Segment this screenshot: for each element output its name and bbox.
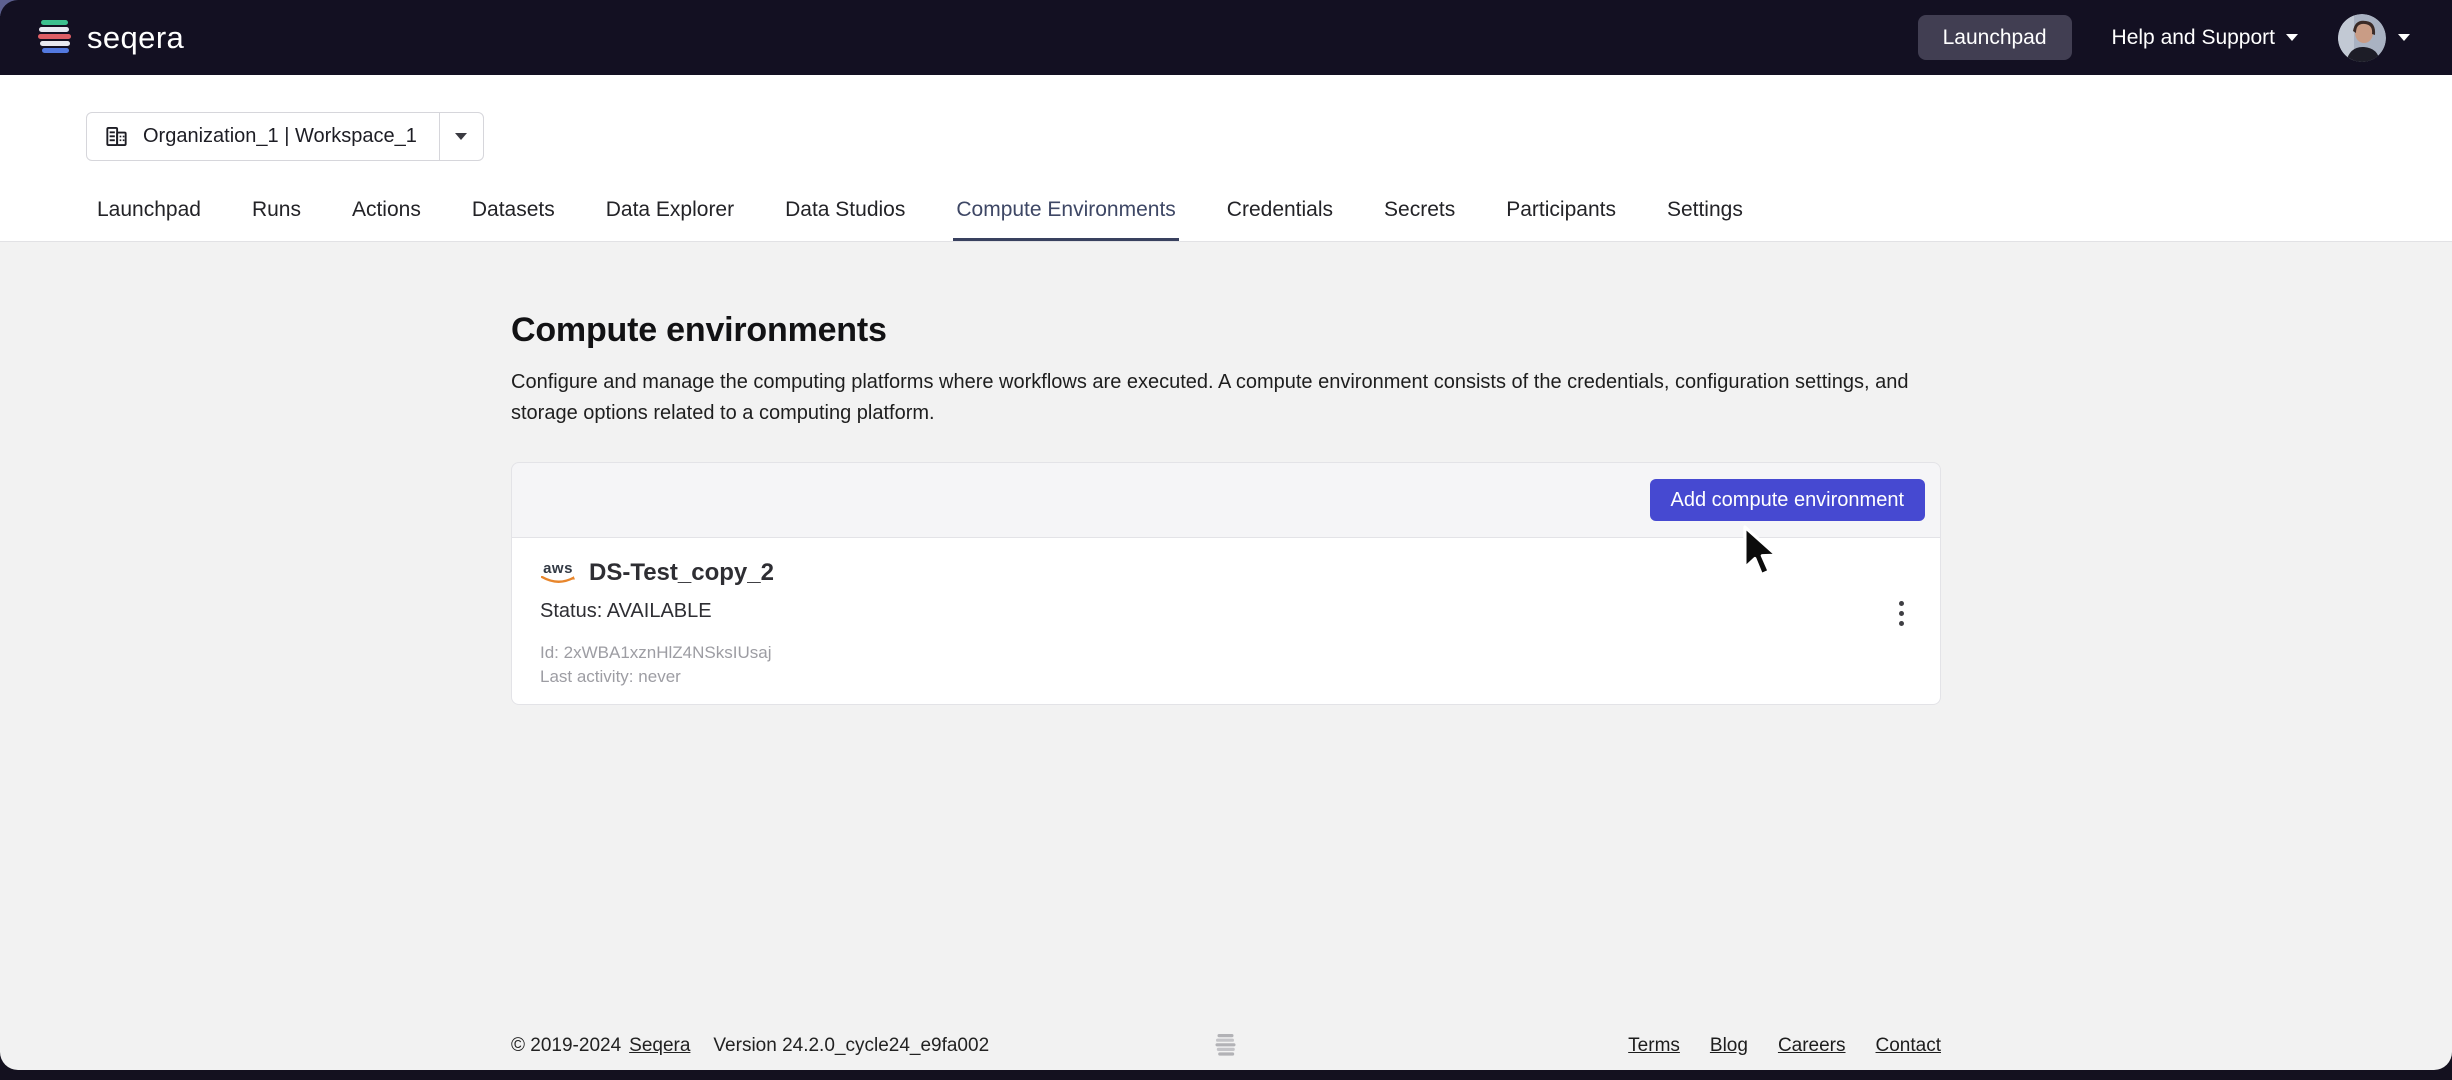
workspace-selector-main[interactable]: Organization_1 | Workspace_1 <box>87 113 439 160</box>
user-menu[interactable] <box>2338 14 2410 62</box>
seqera-mark-icon <box>1215 1033 1237 1057</box>
tab-actions[interactable]: Actions <box>349 198 424 241</box>
chevron-down-icon <box>455 133 467 140</box>
page-description: Configure and manage the computing platf… <box>511 367 1941 429</box>
page-title: Compute environments <box>511 311 1941 350</box>
tab-datasets[interactable]: Datasets <box>469 198 558 241</box>
tab-bar: Launchpad Runs Actions Datasets Data Exp… <box>94 198 1746 241</box>
tab-secrets[interactable]: Secrets <box>1381 198 1458 241</box>
footer-copyright: © 2019-2024 Seqera Version 24.2.0_cycle2… <box>511 1035 989 1057</box>
tab-launchpad[interactable]: Launchpad <box>94 198 204 241</box>
compute-environments-panel: Add compute environment aws DS-Test_copy… <box>511 462 1941 705</box>
main-content: Compute environments Configure and manag… <box>0 242 2452 1070</box>
help-and-support-menu[interactable]: Help and Support <box>2112 26 2298 50</box>
launchpad-button[interactable]: Launchpad <box>1918 15 2072 60</box>
footer: © 2019-2024 Seqera Version 24.2.0_cycle2… <box>511 1035 1941 1057</box>
page: seqera Launchpad Help and Support <box>0 0 2452 1080</box>
compute-environment-id: Id: 2xWBA1xznHlZ4NSksIUsaj <box>540 641 1914 665</box>
panel-toolbar: Add compute environment <box>511 462 1941 538</box>
tab-compute-environments[interactable]: Compute Environments <box>953 198 1178 241</box>
kebab-menu-icon[interactable] <box>1893 595 1910 632</box>
footer-links: Terms Blog Careers Contact <box>1628 1035 1941 1057</box>
seqera-logo-icon <box>37 18 73 58</box>
careers-link[interactable]: Careers <box>1778 1035 1846 1057</box>
seqera-logo[interactable]: seqera <box>37 18 184 58</box>
blog-link[interactable]: Blog <box>1710 1035 1748 1057</box>
compute-environment-status: Status: AVAILABLE <box>540 600 1914 623</box>
version-label: Version 24.2.0_cycle24_e9fa002 <box>713 1035 989 1057</box>
workspace-selector-label: Organization_1 | Workspace_1 <box>143 125 417 148</box>
chevron-down-icon <box>2398 34 2410 41</box>
compute-environment-last-activity: Last activity: never <box>540 665 1914 689</box>
brand-name: seqera <box>87 20 184 56</box>
add-compute-environment-button[interactable]: Add compute environment <box>1650 479 1925 521</box>
terms-link[interactable]: Terms <box>1628 1035 1680 1057</box>
workspace-header: Organization_1 | Workspace_1 Launchpad R… <box>0 75 2452 242</box>
seqera-link[interactable]: Seqera <box>629 1035 690 1057</box>
tab-runs[interactable]: Runs <box>249 198 304 241</box>
avatar <box>2338 14 2386 62</box>
top-navbar: seqera Launchpad Help and Support <box>0 0 2452 75</box>
contact-link[interactable]: Contact <box>1876 1035 1941 1057</box>
compute-environment-card: aws DS-Test_copy_2 Status: AVAILABLE <box>511 538 1941 705</box>
navbar-right: Launchpad Help and Support <box>1918 14 2410 62</box>
workspace-selector-toggle[interactable] <box>439 113 483 160</box>
tab-settings[interactable]: Settings <box>1664 198 1746 241</box>
chevron-down-icon <box>2286 34 2298 41</box>
tab-participants[interactable]: Participants <box>1503 198 1619 241</box>
compute-environment-name[interactable]: DS-Test_copy_2 <box>589 559 774 587</box>
org-building-icon <box>104 124 129 149</box>
help-and-support-label: Help and Support <box>2112 26 2275 50</box>
aws-logo-icon: aws <box>540 561 576 585</box>
tab-credentials[interactable]: Credentials <box>1224 198 1336 241</box>
tab-data-explorer[interactable]: Data Explorer <box>603 198 737 241</box>
workspace-selector[interactable]: Organization_1 | Workspace_1 <box>86 112 484 161</box>
tab-data-studios[interactable]: Data Studios <box>782 198 908 241</box>
